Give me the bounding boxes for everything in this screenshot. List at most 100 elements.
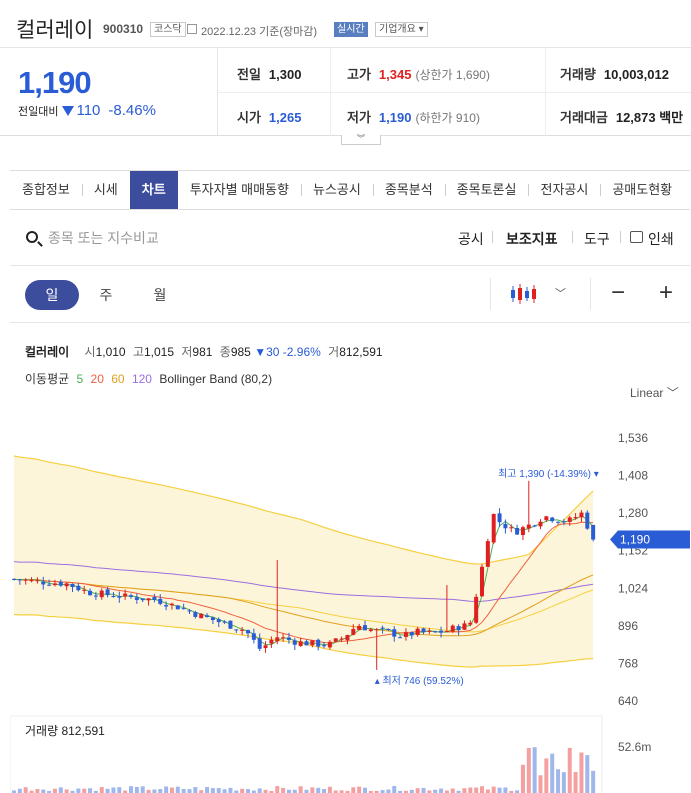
candle-body bbox=[82, 589, 87, 591]
period-month-button[interactable]: 월 bbox=[133, 280, 187, 310]
chevron-down-icon[interactable]: ﹀ bbox=[555, 285, 567, 300]
tab-discussion[interactable]: 종목토론실 bbox=[444, 171, 529, 209]
tab-quotes[interactable]: 시세 bbox=[81, 171, 130, 209]
volume-bar bbox=[193, 787, 198, 793]
candle-body bbox=[23, 579, 28, 581]
print-icon[interactable] bbox=[630, 231, 643, 243]
tab-bar: 종합정보 시세 차트 투자자별 매매동향 뉴스공시 종목분석 종목토론실 전자공… bbox=[10, 170, 690, 210]
volume-bar bbox=[169, 787, 174, 793]
candle-body bbox=[509, 527, 514, 529]
tab-overview[interactable]: 종합정보 bbox=[10, 171, 82, 209]
zoom-out-button[interactable]: − bbox=[603, 279, 633, 309]
trade-amount: 거래대금 12,873 백만 bbox=[560, 110, 684, 125]
volume-bar bbox=[216, 788, 221, 793]
candlestick-type-icon[interactable] bbox=[510, 282, 536, 306]
stock-code: 900310 bbox=[103, 22, 144, 36]
candle-body bbox=[251, 633, 256, 640]
candle-body bbox=[257, 638, 262, 649]
volume-bar bbox=[246, 789, 250, 793]
volume-bar bbox=[327, 786, 332, 793]
bollinger-band-fill bbox=[14, 456, 594, 668]
candle-body bbox=[433, 631, 438, 633]
candle-body bbox=[485, 541, 490, 567]
candle-body bbox=[520, 527, 525, 536]
current-price-label: 1,190 bbox=[620, 533, 650, 547]
candle-body bbox=[591, 524, 596, 540]
tab-news[interactable]: 뉴스공시 bbox=[300, 171, 373, 209]
candle-body bbox=[515, 527, 520, 535]
candle-body bbox=[491, 513, 496, 543]
volume-bar bbox=[275, 786, 280, 793]
volume-bar bbox=[497, 787, 502, 793]
tools-button[interactable]: 도구 bbox=[584, 229, 610, 249]
indicators-button[interactable]: 보조지표 bbox=[506, 229, 558, 249]
volume: 거래량 10,003,012 bbox=[560, 67, 669, 82]
tab-chart[interactable]: 차트 bbox=[129, 171, 178, 209]
high-price: 고가 1,345 (상한가 1,690) bbox=[347, 67, 490, 82]
price-chart[interactable]: 1,5361,4081,2801,1521,024896768640 최고 1,… bbox=[10, 323, 690, 793]
volume-bar bbox=[322, 789, 327, 793]
realtime-button[interactable]: 실시간 bbox=[334, 22, 368, 37]
disclosure-button[interactable]: 공시 bbox=[458, 229, 484, 249]
candle-body bbox=[550, 517, 555, 522]
candle-body bbox=[556, 521, 561, 523]
zoom-in-button[interactable]: + bbox=[651, 279, 681, 309]
volume-bar bbox=[99, 787, 104, 793]
volume-bar bbox=[17, 788, 22, 793]
print-button[interactable]: 인쇄 bbox=[648, 229, 674, 249]
candle-body bbox=[169, 603, 174, 606]
volume-bar bbox=[281, 787, 286, 793]
market-badge: 코스닥 bbox=[150, 22, 186, 37]
down-arrow-icon bbox=[62, 106, 75, 116]
volume-label: 거래량 812,591 bbox=[25, 724, 105, 738]
candle-body bbox=[398, 637, 403, 639]
candle-body bbox=[386, 628, 391, 631]
volume-bar bbox=[386, 789, 391, 793]
candle-body bbox=[468, 622, 473, 625]
tab-disclosure[interactable]: 전자공시 bbox=[528, 171, 600, 209]
candle-body bbox=[368, 629, 373, 632]
quote-panel: 1,190 전일대비 110 -8.46% 전일 1,300 고가 1,345 (상한가 … bbox=[0, 48, 691, 136]
candle-body bbox=[409, 632, 414, 636]
low-price: 저가 1,190 (하한가 910) bbox=[347, 110, 480, 125]
tab-analysis[interactable]: 종목분석 bbox=[372, 171, 445, 209]
candle-body bbox=[199, 613, 204, 619]
candle-body bbox=[193, 611, 198, 617]
period-day-button[interactable]: 일 bbox=[25, 280, 79, 310]
tab-short-selling[interactable]: 공매도현황 bbox=[600, 171, 684, 209]
volume-bar bbox=[88, 788, 93, 793]
price-tick-label: 768 bbox=[618, 656, 638, 670]
change-value: 110 bbox=[76, 102, 101, 119]
volume-bar bbox=[23, 787, 28, 793]
volume-bar bbox=[52, 788, 57, 793]
volume-bar bbox=[310, 787, 315, 793]
candle-body bbox=[70, 583, 75, 588]
expand-button[interactable]: ︾ bbox=[341, 135, 381, 145]
divider bbox=[218, 92, 691, 93]
candle-body bbox=[421, 628, 426, 633]
company-info-button[interactable]: 기업개요 ▾ bbox=[375, 22, 428, 37]
volume-bar bbox=[351, 787, 356, 793]
period-week-button[interactable]: 주 bbox=[79, 280, 133, 310]
candle-body bbox=[526, 524, 531, 529]
volume-bar bbox=[158, 789, 163, 793]
volume-bar bbox=[573, 772, 578, 793]
candle-body bbox=[181, 608, 186, 610]
volume-bar bbox=[181, 788, 186, 793]
volume-bar bbox=[76, 788, 81, 793]
candle-body bbox=[12, 578, 16, 580]
candle-body bbox=[216, 619, 221, 623]
candle-body bbox=[380, 627, 385, 629]
compare-search-input[interactable] bbox=[48, 227, 268, 249]
tab-investor-trading[interactable]: 투자자별 매매동향 bbox=[178, 171, 301, 209]
volume-bar bbox=[111, 787, 116, 793]
volume-bar bbox=[538, 775, 543, 793]
candle-body bbox=[327, 641, 332, 648]
candle-body bbox=[76, 585, 81, 591]
volume-bar bbox=[591, 770, 596, 793]
candle-body bbox=[292, 640, 297, 645]
price-tick-label: 1,280 bbox=[618, 506, 648, 520]
volume-bar bbox=[105, 788, 110, 793]
candle-body bbox=[29, 579, 34, 582]
divider bbox=[590, 278, 591, 310]
